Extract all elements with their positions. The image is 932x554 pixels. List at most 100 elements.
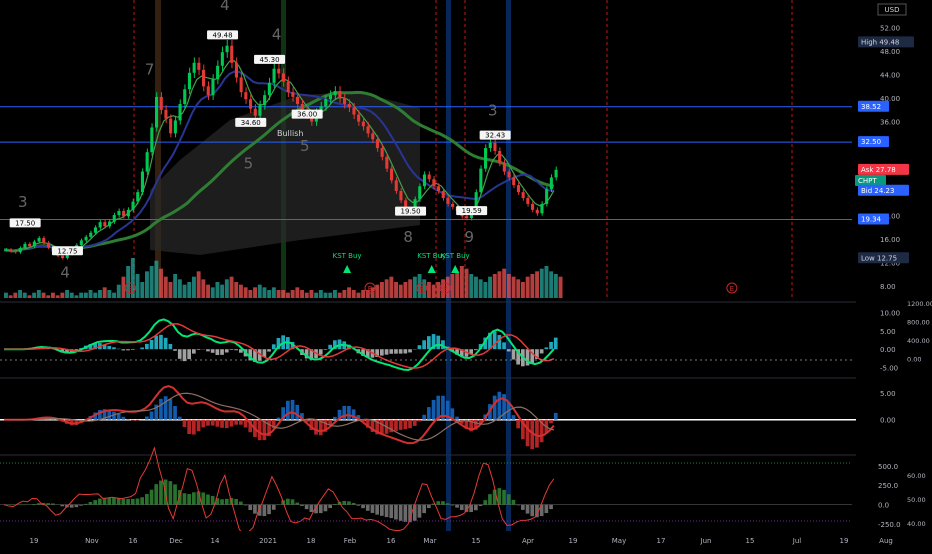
volume-bar bbox=[512, 277, 516, 298]
osc-bar bbox=[248, 505, 252, 510]
candle-body bbox=[437, 186, 440, 191]
candle-body bbox=[108, 222, 111, 227]
candle-body bbox=[329, 95, 332, 99]
volume-bar bbox=[408, 279, 412, 298]
candle-body bbox=[484, 148, 487, 169]
candle-body bbox=[526, 198, 529, 204]
osc-bar bbox=[342, 501, 346, 505]
candle-body bbox=[127, 210, 130, 216]
macd-histogram-bar bbox=[418, 345, 422, 349]
osc-bar bbox=[516, 505, 520, 506]
osc-bar bbox=[295, 503, 299, 505]
kst-histogram-bar bbox=[145, 417, 149, 420]
time-tick: 16 bbox=[129, 537, 138, 545]
kst-histogram-bar bbox=[404, 420, 408, 429]
time-tick: 14 bbox=[211, 537, 220, 545]
kst-histogram-bar bbox=[455, 417, 459, 420]
osc-bar bbox=[173, 484, 177, 504]
osc-bar bbox=[352, 503, 356, 505]
volume-bar bbox=[281, 290, 285, 298]
candle-body bbox=[99, 222, 102, 227]
price-tag: High 49.48 bbox=[861, 38, 899, 46]
osc-tick: -250.0 bbox=[878, 521, 901, 529]
osc-right-tick: 40.00 bbox=[907, 520, 926, 528]
candle-body bbox=[343, 98, 346, 104]
osc-bar bbox=[234, 499, 238, 505]
volume-bar bbox=[338, 293, 342, 298]
osc-bar bbox=[361, 505, 365, 508]
kst-histogram-bar bbox=[150, 411, 154, 419]
kst-tick: 5.00 bbox=[880, 390, 896, 398]
volume-bar bbox=[507, 274, 511, 298]
candle-body bbox=[338, 91, 341, 98]
kst-histogram-bar bbox=[131, 420, 135, 421]
candle-body bbox=[103, 222, 106, 226]
macd-histogram-bar bbox=[183, 349, 187, 361]
volume-bar bbox=[404, 282, 408, 298]
macd-tick: 10.00 bbox=[880, 309, 900, 317]
volume-bar bbox=[554, 274, 558, 298]
volume-bar bbox=[89, 290, 93, 298]
volume-bar bbox=[84, 293, 88, 298]
osc-bar bbox=[98, 499, 102, 505]
macd-histogram-bar bbox=[554, 338, 558, 350]
kst-histogram-bar bbox=[427, 407, 431, 420]
macd-right-tick: 0.00 bbox=[907, 356, 921, 364]
time-tick: 17 bbox=[657, 537, 666, 545]
price-tick: 16.00 bbox=[880, 236, 900, 244]
candle-body bbox=[451, 204, 454, 207]
volume-bar bbox=[493, 274, 497, 298]
time-tick: Aug bbox=[879, 537, 893, 545]
macd-histogram-bar bbox=[399, 349, 403, 353]
volume-bar bbox=[559, 277, 563, 298]
volume-bar bbox=[530, 274, 534, 298]
kst-histogram-bar bbox=[516, 420, 520, 429]
macd-histogram-bar bbox=[131, 349, 135, 350]
volume-bar bbox=[56, 295, 60, 298]
candle-body bbox=[498, 151, 501, 163]
price-tick: 36.00 bbox=[880, 119, 900, 127]
time-tick: Apr bbox=[522, 537, 534, 545]
wave-count: 4 bbox=[60, 263, 70, 281]
volume-bar bbox=[187, 282, 191, 298]
osc-bar bbox=[272, 505, 276, 510]
volume-bar bbox=[154, 261, 158, 298]
volume-bar bbox=[319, 290, 323, 298]
price-chart[interactable]: 17.5012.7549.4845.3034.6036.0019.5019.59… bbox=[0, 0, 932, 550]
volume-bar bbox=[60, 293, 64, 298]
volume-bar bbox=[112, 293, 116, 298]
candle-body bbox=[113, 215, 116, 221]
macd-histogram-bar bbox=[234, 349, 238, 350]
candle-body bbox=[132, 202, 135, 210]
band-brown bbox=[155, 0, 161, 298]
macd-histogram-bar bbox=[230, 349, 234, 350]
kst-histogram-bar bbox=[122, 417, 126, 420]
osc-bar bbox=[549, 505, 553, 509]
price-tag: Low 12.75 bbox=[861, 254, 897, 262]
volume-bar bbox=[150, 266, 154, 298]
volume-bar bbox=[98, 290, 102, 298]
volume-bar bbox=[169, 282, 173, 298]
volume-bar bbox=[65, 290, 69, 298]
osc-bar bbox=[60, 505, 64, 507]
macd-histogram-bar bbox=[394, 349, 398, 353]
time-tick: 19 bbox=[569, 537, 578, 545]
candle-body bbox=[38, 238, 41, 242]
kst-histogram-bar bbox=[183, 420, 187, 427]
candle-body bbox=[9, 250, 12, 251]
macd-tick: 5.00 bbox=[880, 328, 896, 336]
price-axis: USD52.0048.0044.0040.0036.0028.0020.0016… bbox=[855, 0, 932, 550]
candle-body bbox=[334, 91, 337, 95]
candle-body bbox=[155, 97, 158, 128]
volume-bar bbox=[516, 279, 520, 298]
candle-body bbox=[150, 127, 153, 152]
osc-bar bbox=[93, 500, 97, 505]
band-blue-1 bbox=[446, 0, 451, 550]
time-tick: 19 bbox=[30, 537, 39, 545]
osc-bar bbox=[201, 492, 205, 504]
macd-histogram-bar bbox=[107, 346, 111, 349]
osc-bar bbox=[46, 503, 50, 505]
candle-body bbox=[5, 250, 8, 251]
osc-bar bbox=[394, 505, 398, 520]
osc-right-tick: 60.00 bbox=[907, 472, 926, 480]
